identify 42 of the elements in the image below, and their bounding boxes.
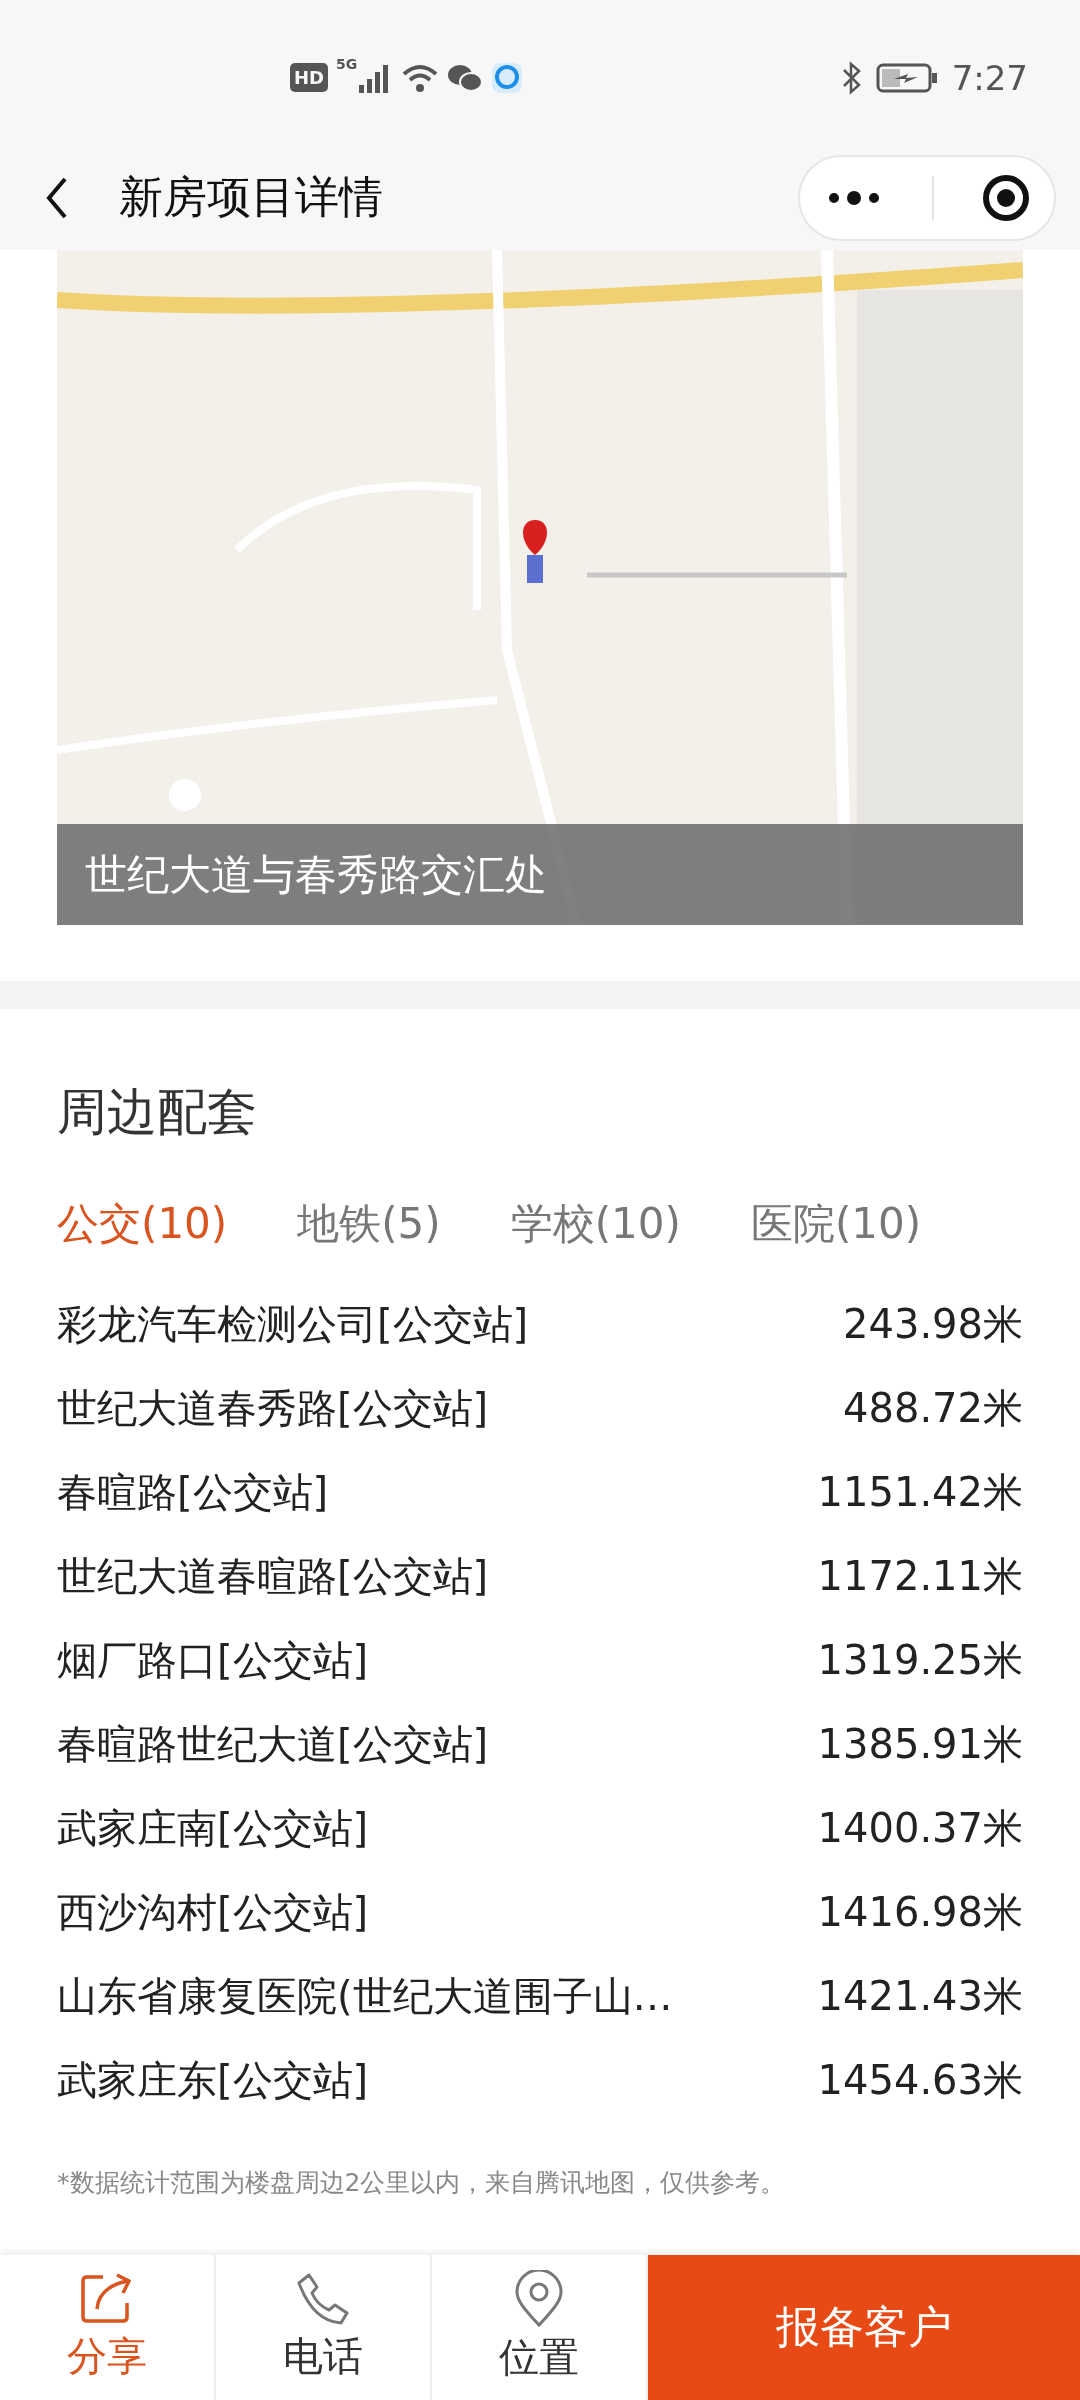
stop-distance: 1454.63米	[817, 2055, 1023, 2105]
battery-icon	[875, 61, 938, 94]
stop-name: 彩龙汽车检测公司[公交站]	[57, 1299, 529, 1349]
phone-button[interactable]: 电话	[216, 2255, 432, 2400]
stop-distance: 1416.98米	[817, 1887, 1023, 1937]
map-caption: 世纪大道与春秀路交汇处	[57, 824, 1023, 925]
category-tab[interactable]: 地铁(5)	[297, 1196, 441, 1252]
hd-icon: HD	[290, 63, 328, 92]
stop-name: 春暄路世纪大道[公交站]	[57, 1719, 489, 1769]
chat-icon	[447, 62, 484, 93]
stop-distance: 243.98米	[843, 1299, 1023, 1349]
footnote: *数据统计范围为楼盘周边2公里以内，来自腾讯地图，仅供参考。	[57, 2167, 787, 2199]
stop-name: 世纪大道春秀路[公交站]	[57, 1383, 489, 1433]
report-client-button[interactable]: 报备客户	[648, 2255, 1080, 2400]
stop-name: 世纪大道春暄路[公交站]	[57, 1551, 489, 1601]
category-tab[interactable]: 学校(10)	[510, 1196, 681, 1252]
stop-name: 武家庄东[公交站]	[57, 2055, 369, 2105]
stop-name: 春暄路[公交站]	[57, 1467, 329, 1517]
stop-distance: 1172.11米	[817, 1551, 1023, 1601]
category-tab[interactable]: 公交(10)	[57, 1196, 228, 1252]
clock-time: 7:27	[951, 57, 1028, 98]
stop-name: 武家庄南[公交站]	[57, 1803, 369, 1853]
back-icon[interactable]	[45, 175, 69, 220]
stop-name: 山东省康复医院(世纪大道围子山…	[57, 1971, 673, 2021]
stop-distance: 1385.91米	[817, 1719, 1023, 1769]
stop-distance: 1421.43米	[817, 1971, 1023, 2021]
stop-distance: 1400.37米	[817, 1803, 1023, 1853]
category-tab[interactable]: 医院(10)	[750, 1196, 922, 1252]
section-title: 周边配套	[57, 1082, 258, 1143]
location-button[interactable]: 位置	[432, 2255, 648, 2400]
close-icon[interactable]	[982, 173, 1030, 222]
phone-icon	[295, 2271, 351, 2327]
wifi-icon	[401, 62, 440, 93]
network-label: 5G	[336, 55, 358, 72]
stop-name: 烟厂路口[公交站]	[57, 1635, 369, 1685]
stop-distance: 1319.25米	[817, 1635, 1023, 1685]
stop-distance: 488.72米	[843, 1383, 1023, 1433]
bluetooth-icon	[841, 60, 862, 95]
share-button[interactable]: 分享	[0, 2255, 216, 2400]
page-title: 新房项目详情	[119, 170, 384, 224]
stop-name: 西沙沟村[公交站]	[57, 1887, 369, 1937]
stop-distance: 1151.42米	[817, 1467, 1023, 1517]
